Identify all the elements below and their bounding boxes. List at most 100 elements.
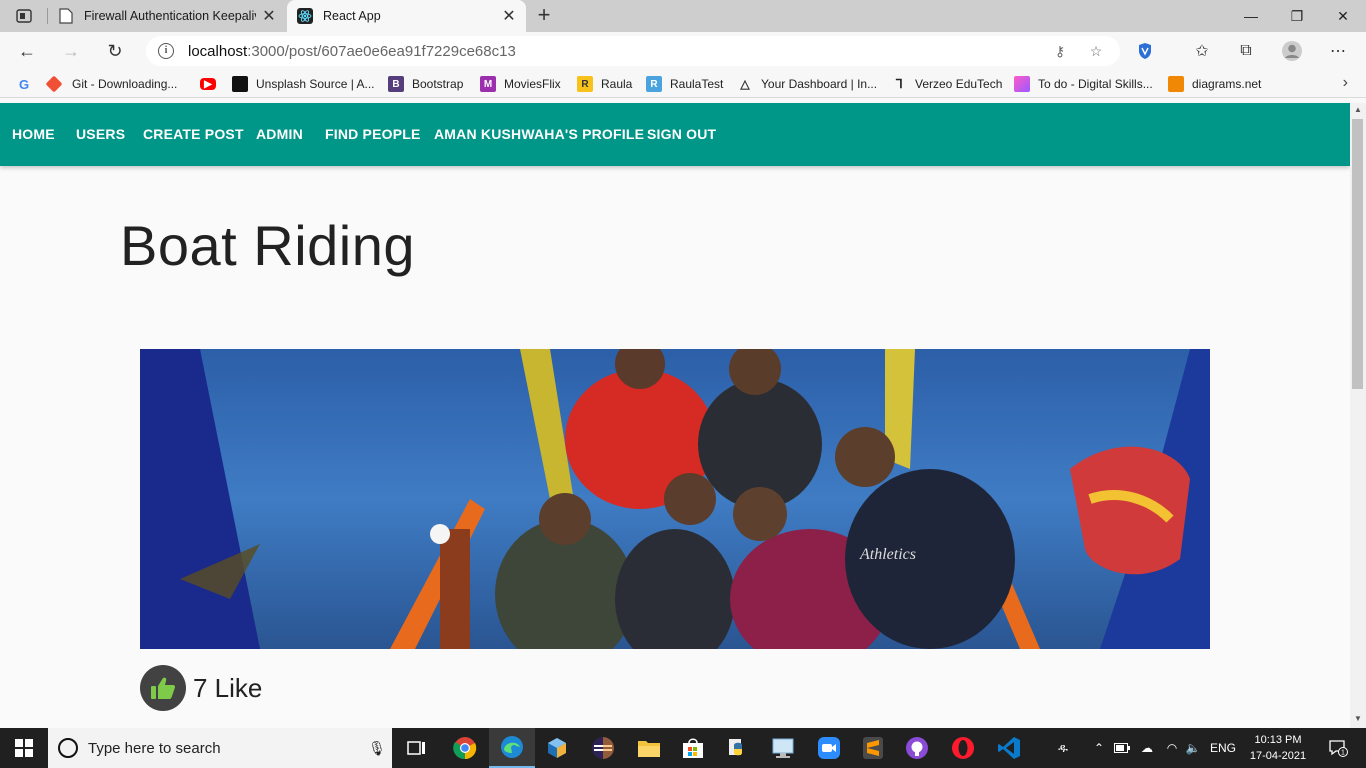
favorites-icon[interactable]: ✩ xyxy=(1190,40,1214,62)
google-icon: G xyxy=(18,76,30,92)
language-indicator[interactable]: ENG xyxy=(1208,728,1238,768)
close-icon[interactable]: ✕ xyxy=(496,3,522,29)
app-navbar: HOME USERS CREATE POST ADMIN FIND PEOPLE… xyxy=(0,103,1350,166)
battery-icon[interactable] xyxy=(1112,728,1132,768)
collections-icon[interactable]: ⧉ xyxy=(1234,40,1258,62)
scroll-thumb[interactable] xyxy=(1352,119,1363,389)
nav-find-people[interactable]: FIND PEOPLE xyxy=(325,126,421,142)
restore-icon[interactable]: ❐ xyxy=(1274,0,1320,32)
raulatest-icon: R xyxy=(646,76,662,92)
profile-avatar-icon[interactable] xyxy=(1280,40,1304,62)
github-icon[interactable] xyxy=(894,728,940,768)
bookmark-git[interactable]: Git - Downloading... xyxy=(45,75,178,93)
react-icon xyxy=(297,8,313,24)
url-input[interactable]: i localhost:3000/post/607ae0e6ea91f7229c… xyxy=(146,36,1120,66)
nav-users[interactable]: USERS xyxy=(76,126,125,142)
svg-text:Athletics: Athletics xyxy=(859,546,916,563)
address-bar: ← → ↻ i localhost:3000/post/607ae0e6ea91… xyxy=(0,32,1366,70)
zoom-icon[interactable] xyxy=(806,728,852,768)
nav-profile[interactable]: AMAN KUSHWAHA'S PROFILE xyxy=(434,126,644,142)
unsplash-icon xyxy=(232,76,248,92)
sublime-text-icon[interactable] xyxy=(850,728,896,768)
todo-icon xyxy=(1014,76,1030,92)
bookmark-todo[interactable]: To do - Digital Skills... xyxy=(1014,76,1153,92)
info-icon[interactable]: i xyxy=(158,43,174,59)
key-icon[interactable]: ⚷ xyxy=(1050,41,1070,61)
windows-start-icon[interactable] xyxy=(0,728,48,768)
task-view-icon[interactable] xyxy=(394,728,440,768)
python-icon[interactable] xyxy=(714,728,760,768)
virtualbox-icon[interactable] xyxy=(534,728,580,768)
bookmark-raula[interactable]: R Raula xyxy=(577,76,632,92)
dashboard-icon: △ xyxy=(740,77,750,91)
onedrive-icon[interactable]: ☁ xyxy=(1136,728,1158,768)
minimize-icon[interactable]: — xyxy=(1228,0,1274,32)
page-viewport: HOME USERS CREATE POST ADMIN FIND PEOPLE… xyxy=(0,103,1350,728)
tab-actions-icon[interactable] xyxy=(10,6,38,26)
bookmark-raulatest[interactable]: R RaulaTest xyxy=(646,76,723,92)
bookmark-label: To do - Digital Skills... xyxy=(1038,77,1153,91)
chevron-up-icon[interactable]: ⌃ xyxy=(1090,728,1108,768)
bookmark-verzeo[interactable]: ᒣ Verzeo EduTech xyxy=(891,76,1002,92)
microphone-icon[interactable]: 🎙 xyxy=(362,740,392,757)
bookmark-label: Your Dashboard | In... xyxy=(761,77,878,91)
bookmark-google[interactable]: G xyxy=(16,76,40,92)
nav-admin[interactable]: ADMIN xyxy=(256,126,303,142)
youtube-icon: ▶ xyxy=(200,78,216,90)
eclipse-icon[interactable] xyxy=(580,728,626,768)
refresh-icon[interactable]: ↻ xyxy=(100,36,130,66)
bookmark-label: MoviesFlix xyxy=(504,77,561,91)
like-button[interactable] xyxy=(140,665,186,711)
bookmark-youtube[interactable]: ▶ xyxy=(200,76,224,92)
bookmark-label: Git - Downloading... xyxy=(72,77,178,91)
post-title: Boat Riding xyxy=(120,214,416,277)
chrome-icon[interactable] xyxy=(442,728,488,768)
scroll-down-icon[interactable]: ▼ xyxy=(1350,714,1366,728)
add-favorite-icon[interactable]: ☆ xyxy=(1086,41,1106,61)
clock[interactable]: 10:13 PM 17-04-2021 xyxy=(1244,732,1312,764)
bookmark-diagrams[interactable]: diagrams.net xyxy=(1168,76,1261,92)
remote-desktop-icon[interactable] xyxy=(760,728,806,768)
notification-icon[interactable]: 1 xyxy=(1318,728,1358,768)
edge-icon[interactable] xyxy=(489,728,535,768)
people-icon[interactable]: ዱ xyxy=(1052,728,1074,768)
more-menu-icon[interactable]: ⋯ xyxy=(1326,40,1350,62)
bookmark-moviesflix[interactable]: M MoviesFlix xyxy=(480,76,561,92)
tab-title: Firewall Authentication Keepalive xyxy=(84,9,256,23)
volume-icon[interactable]: 🔈 xyxy=(1182,728,1204,768)
raula-icon: R xyxy=(577,76,593,92)
bookmark-label: RaulaTest xyxy=(670,77,724,91)
cortana-icon xyxy=(58,738,78,758)
nav-sign-out[interactable]: SIGN OUT xyxy=(647,126,716,142)
tab-title: React App xyxy=(323,9,381,23)
vscode-icon[interactable] xyxy=(986,728,1032,768)
tab-firewall[interactable]: Firewall Authentication Keepalive ✕ xyxy=(48,0,286,32)
forward-icon[interactable]: → xyxy=(56,36,86,66)
bookmark-unsplash[interactable]: Unsplash Source | A... xyxy=(232,76,375,92)
back-icon[interactable]: ← xyxy=(12,36,42,66)
file-explorer-icon[interactable] xyxy=(626,728,672,768)
bookmark-label: Verzeo EduTech xyxy=(915,77,1003,91)
git-icon xyxy=(45,75,63,93)
store-icon[interactable] xyxy=(670,728,716,768)
bookmark-label: Bootstrap xyxy=(412,77,464,91)
opera-icon[interactable] xyxy=(940,728,986,768)
bookmark-label: Raula xyxy=(601,77,633,91)
wifi-icon[interactable]: ◠ xyxy=(1162,728,1182,768)
bookmark-bootstrap[interactable]: B Bootstrap xyxy=(388,76,463,92)
nav-create-post[interactable]: CREATE POST xyxy=(143,126,244,142)
page-scrollbar[interactable]: ▲ ▼ xyxy=(1350,103,1366,728)
bookmark-dashboard[interactable]: △ Your Dashboard | In... xyxy=(737,76,877,92)
shield-icon[interactable] xyxy=(1133,40,1157,62)
close-icon[interactable]: ✕ xyxy=(256,3,282,29)
taskbar-search-input[interactable]: Type here to search 🎙 xyxy=(48,728,392,768)
scroll-up-icon[interactable]: ▲ xyxy=(1350,105,1366,119)
nav-home[interactable]: HOME xyxy=(12,126,55,142)
new-tab-button[interactable]: + xyxy=(530,4,558,28)
windows-taskbar: Type here to search 🎙 ዱ ⌃ ☁ ◠ 🔈 ENG 10:1… xyxy=(0,728,1366,768)
bookmarks-bar: G Git - Downloading... ▶ Unsplash Source… xyxy=(0,70,1366,98)
window-close-icon[interactable]: ✕ xyxy=(1320,0,1366,32)
chevron-right-icon[interactable]: › xyxy=(1343,74,1348,92)
tab-strip: Firewall Authentication Keepalive ✕ Reac… xyxy=(0,0,1366,32)
tab-react-app[interactable]: React App ✕ xyxy=(287,0,526,32)
